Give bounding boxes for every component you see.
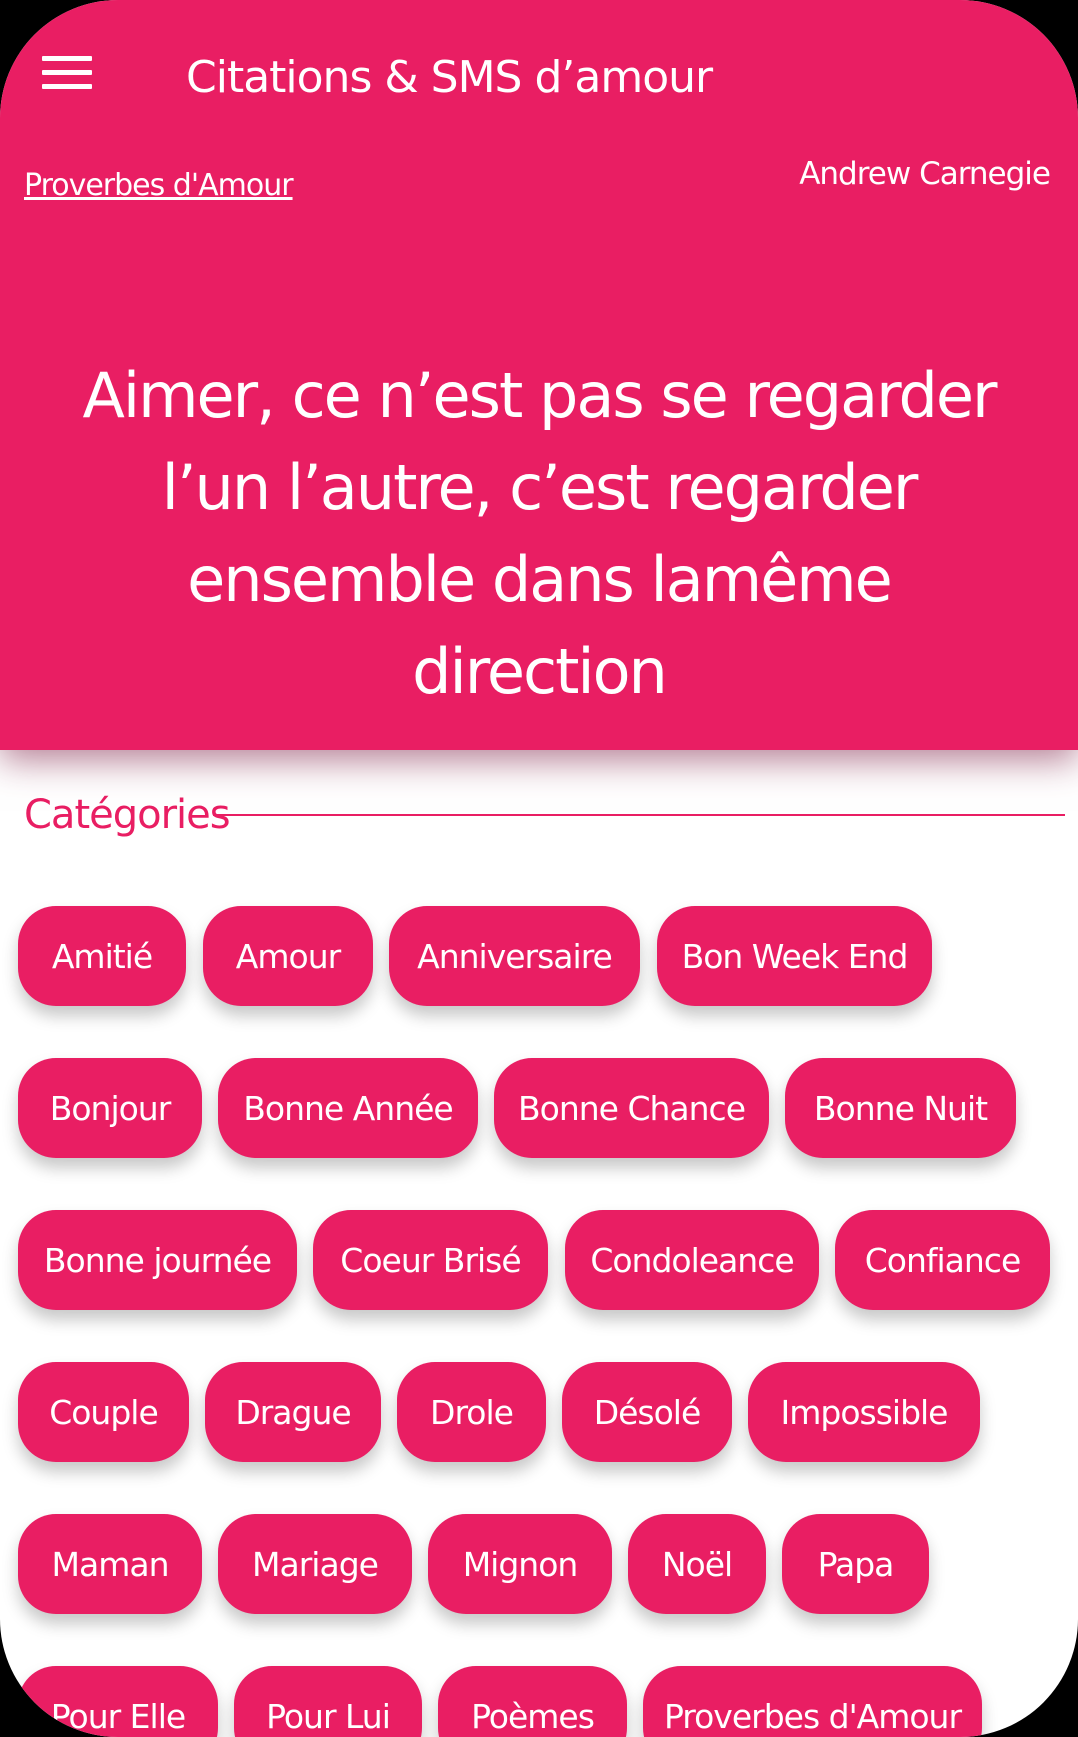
category-chip-poemes[interactable]: Poèmes — [438, 1666, 627, 1737]
category-chip-bon-week-end[interactable]: Bon Week End — [657, 906, 932, 1006]
category-chip-condoleance[interactable]: Condoleance — [565, 1210, 819, 1310]
quote-header: Citations & SMS d’amour Proverbes d'Amou… — [0, 0, 1078, 750]
category-chip-bonne-nuit[interactable]: Bonne Nuit — [785, 1058, 1016, 1158]
category-chip-bonne-journee[interactable]: Bonne journée — [18, 1210, 297, 1310]
quote-text: Aimer, ce n’est pas se regarder l’un l’a… — [82, 359, 997, 708]
category-chip-pour-lui[interactable]: Pour Lui — [234, 1666, 422, 1737]
category-chip-amour[interactable]: Amour — [203, 906, 373, 1006]
app-screen: Citations & SMS d’amour Proverbes d'Amou… — [0, 0, 1078, 1737]
category-chip-papa[interactable]: Papa — [782, 1514, 929, 1614]
category-chip-mignon[interactable]: Mignon — [428, 1514, 612, 1614]
category-chip-couple[interactable]: Couple — [18, 1362, 189, 1462]
category-chip-impossible[interactable]: Impossible — [748, 1362, 980, 1462]
category-chip-bonjour[interactable]: Bonjour — [18, 1058, 202, 1158]
category-chip-drole[interactable]: Drole — [397, 1362, 546, 1462]
categories-heading: Catégories — [24, 792, 231, 838]
categories-divider — [213, 814, 1065, 816]
category-chip-desole[interactable]: Désolé — [562, 1362, 732, 1462]
category-chip-bonne-chance[interactable]: Bonne Chance — [494, 1058, 769, 1158]
category-chip-drague[interactable]: Drague — [205, 1362, 381, 1462]
quote-category-link[interactable]: Proverbes d'Amour — [24, 168, 294, 203]
quote-author: Andrew Carnegie — [799, 156, 1051, 192]
category-chip-coeur-brise[interactable]: Coeur Brisé — [313, 1210, 548, 1310]
category-chip-confiance[interactable]: Confiance — [835, 1210, 1050, 1310]
category-chip-bonne-annee[interactable]: Bonne Année — [218, 1058, 478, 1158]
category-chip-maman[interactable]: Maman — [18, 1514, 202, 1614]
category-chip-anniversaire[interactable]: Anniversaire — [389, 906, 640, 1006]
hamburger-menu-icon[interactable] — [42, 56, 96, 96]
app-title: Citations & SMS d’amour — [186, 52, 713, 103]
category-chip-mariage[interactable]: Mariage — [218, 1514, 412, 1614]
category-chip-proverbes-damour[interactable]: Proverbes d'Amour — [643, 1666, 982, 1737]
category-chip-pour-elle[interactable]: Pour Elle — [18, 1666, 218, 1737]
category-chip-amitie[interactable]: Amitié — [18, 906, 186, 1006]
category-chip-noel[interactable]: Noël — [628, 1514, 766, 1614]
